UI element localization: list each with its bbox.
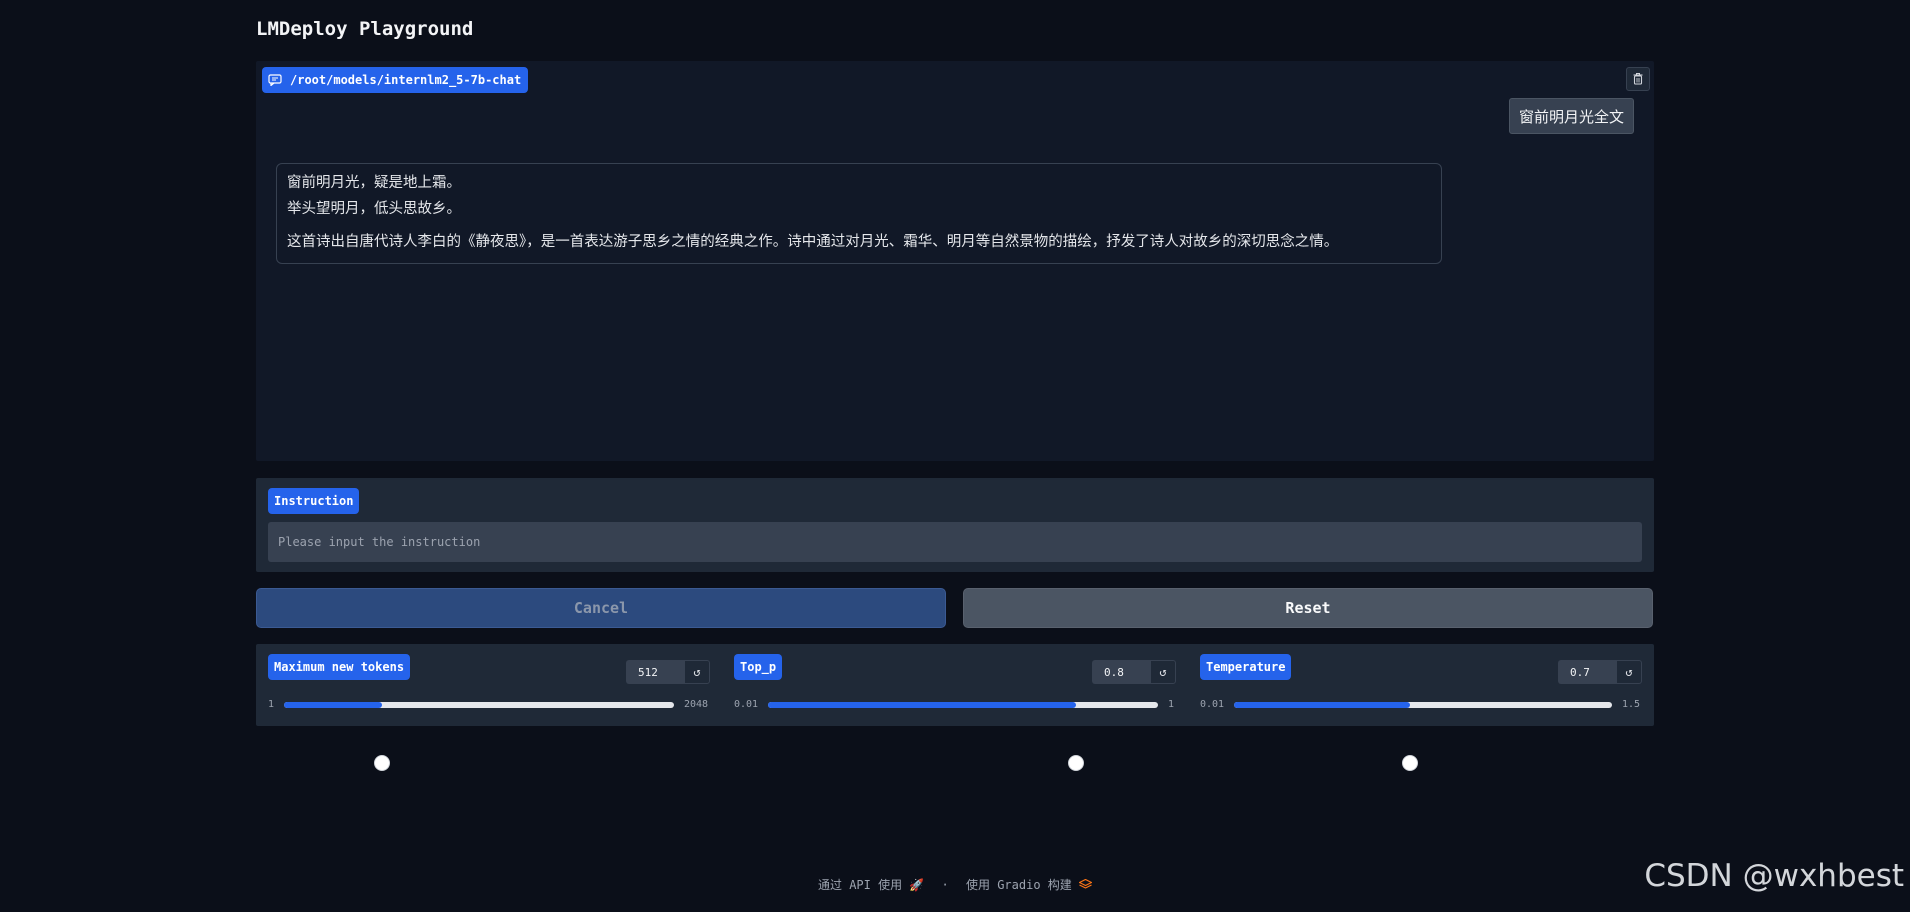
built-with-gradio-link[interactable]: 使用 Gradio 构建 bbox=[965, 878, 1093, 892]
app-title: LMDeploy Playground bbox=[256, 18, 474, 40]
max-tokens-reset-button[interactable]: ↺ bbox=[684, 660, 710, 684]
max-tokens-slider[interactable] bbox=[284, 702, 674, 771]
temperature-min: 0.01 bbox=[1200, 699, 1225, 710]
use-via-api-link[interactable]: 通过 API 使用 🚀 bbox=[818, 878, 924, 892]
undo-icon: ↺ bbox=[1159, 665, 1167, 679]
top-p-number-input[interactable]: 0.8 bbox=[1092, 660, 1150, 684]
chatbot-panel: /root/models/internlm2_5-7b-chat 窗前明月光全文… bbox=[256, 61, 1654, 461]
max-tokens-slider-thumb[interactable] bbox=[373, 755, 390, 771]
chat-bubble-icon bbox=[268, 74, 282, 87]
top-p-slider[interactable] bbox=[768, 702, 1158, 771]
temperature-slider-fill bbox=[1234, 702, 1410, 708]
top-p-slider-fill bbox=[768, 702, 1077, 708]
undo-icon: ↺ bbox=[693, 665, 701, 679]
parameters-panel: Maximum new tokens 512 ↺ 1 2048 Top_p 0.… bbox=[256, 644, 1655, 771]
top-p-max: 1 bbox=[1168, 699, 1175, 710]
max-tokens-min: 1 bbox=[268, 699, 275, 710]
bot-message-paragraph: 这首诗出自唐代诗人李白的《静夜思》，是一首表达游子思乡之情的经典之作。诗中通过对… bbox=[287, 234, 1339, 250]
clear-chat-button[interactable] bbox=[1626, 67, 1650, 91]
temperature-slider-thumb[interactable] bbox=[1401, 755, 1418, 771]
undo-icon: ↺ bbox=[1625, 665, 1633, 679]
temperature-reset-button[interactable]: ↺ bbox=[1616, 660, 1642, 684]
footer: 通过 API 使用 🚀 · 使用 Gradio 构建 bbox=[0, 876, 1910, 893]
top-p-label: Top_p bbox=[734, 654, 783, 680]
top-p-slider-group: Top_p 0.8 ↺ 0.01 1 bbox=[734, 644, 1189, 771]
temperature-slider-group: Temperature 0.7 ↺ 0.01 1.5 bbox=[1200, 644, 1655, 771]
trash-icon bbox=[1633, 70, 1643, 89]
bot-message: 窗前明月光，疑是地上霜。 举头望明月，低头思故乡。 这首诗出自唐代诗人李白的《静… bbox=[276, 163, 1442, 264]
built-with-gradio-text: 使用 Gradio 构建 bbox=[965, 878, 1072, 892]
bot-message-line: 举头望明月，低头思故乡。 bbox=[287, 201, 461, 217]
max-tokens-max: 2048 bbox=[684, 699, 709, 710]
reset-button[interactable]: Reset bbox=[963, 588, 1653, 628]
use-via-api-text: 通过 API 使用 bbox=[817, 878, 903, 892]
temperature-label: Temperature bbox=[1200, 654, 1292, 680]
chatbot-model-path: /root/models/internlm2_5-7b-chat bbox=[290, 73, 522, 87]
top-p-slider-thumb[interactable] bbox=[1068, 755, 1085, 771]
instruction-input[interactable] bbox=[268, 522, 1642, 562]
instruction-panel: Instruction bbox=[256, 478, 1654, 572]
cancel-button[interactable]: Cancel bbox=[256, 588, 946, 628]
user-message: 窗前明月光全文 bbox=[1508, 98, 1634, 134]
temperature-number-input[interactable]: 0.7 bbox=[1558, 660, 1616, 684]
bot-message-line: 窗前明月光，疑是地上霜。 bbox=[287, 175, 461, 191]
max-tokens-slider-fill bbox=[284, 702, 382, 708]
temperature-max: 1.5 bbox=[1622, 699, 1641, 710]
rocket-icon: 🚀 bbox=[909, 878, 925, 892]
max-tokens-slider-group: Maximum new tokens 512 ↺ 1 2048 bbox=[268, 644, 723, 771]
chatbot-label: /root/models/internlm2_5-7b-chat bbox=[262, 67, 529, 93]
temperature-slider[interactable] bbox=[1234, 702, 1612, 771]
top-p-min: 0.01 bbox=[734, 699, 759, 710]
instruction-label: Instruction bbox=[268, 488, 360, 514]
watermark: CSDN @wxhbest bbox=[1644, 858, 1904, 894]
gradio-logo-icon bbox=[1078, 878, 1093, 892]
footer-separator: · bbox=[941, 878, 949, 892]
top-p-reset-button[interactable]: ↺ bbox=[1150, 660, 1176, 684]
max-tokens-label: Maximum new tokens bbox=[268, 654, 411, 680]
max-tokens-number-input[interactable]: 512 bbox=[626, 660, 684, 684]
